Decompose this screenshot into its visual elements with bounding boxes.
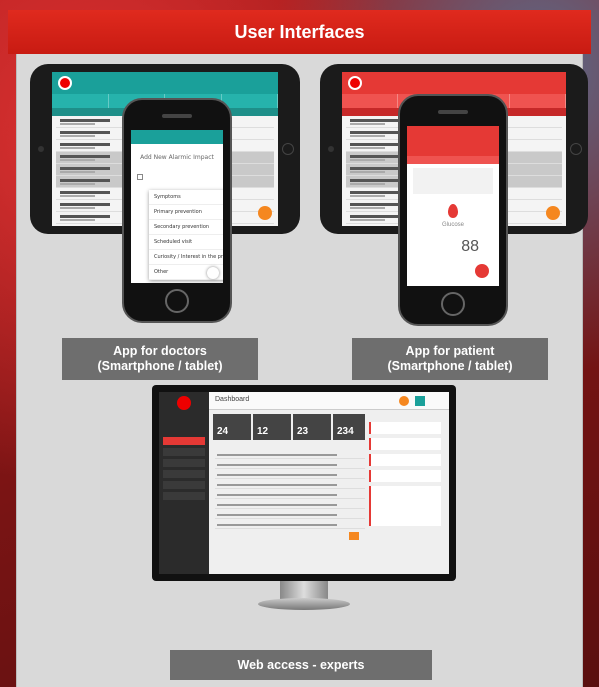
caption-patient: App for patient (Smartphone / tablet) — [352, 338, 548, 380]
dashboard-title: Dashboard — [215, 396, 250, 403]
sidebar-item[interactable] — [163, 437, 205, 445]
sidebar-item[interactable] — [163, 481, 205, 489]
add-measure-button[interactable] — [475, 264, 489, 278]
table-row[interactable] — [215, 462, 365, 469]
tablet-camera — [38, 146, 44, 152]
header-title: User Interfaces — [234, 21, 365, 42]
measure-value: 88 — [461, 238, 479, 255]
vodafone-logo-icon — [177, 396, 191, 410]
table-row[interactable] — [215, 522, 365, 529]
measure-label: Glucose — [441, 222, 464, 228]
notification-icon[interactable] — [399, 396, 409, 406]
caption-doctors: App for doctors (Smartphone / tablet) — [62, 338, 258, 380]
menu-item[interactable]: Symptoms — [149, 190, 223, 205]
phone-speaker — [162, 114, 192, 118]
vodafone-logo-icon — [58, 76, 72, 90]
phone-dialog-title: Add New Alarmic Impact — [140, 154, 214, 161]
vodafone-logo-icon — [348, 76, 362, 90]
caption-web-text: Web access - experts — [237, 657, 365, 672]
table-row[interactable] — [215, 482, 365, 489]
kpi-card: 234 — [333, 414, 365, 440]
send-button[interactable] — [349, 532, 359, 540]
tablet-home-button — [570, 143, 582, 155]
doctor-phone: Add New Alarmic Impact Symptoms Primary … — [122, 98, 232, 323]
caption-patient-line1: App for patient — [405, 344, 495, 358]
patient-card[interactable] — [369, 454, 441, 466]
phone-app-bar — [407, 126, 499, 156]
phone-home-button — [165, 289, 189, 313]
tablet-app-bar — [52, 72, 278, 94]
table-row[interactable] — [215, 502, 365, 509]
confirm-check-icon[interactable] — [207, 267, 219, 279]
web-dashboard-screen: Dashboard 24 12 23 234 — [159, 392, 449, 574]
phone-tabs[interactable] — [407, 156, 499, 164]
menu-item[interactable]: Primary prevention — [149, 205, 223, 220]
add-fab-button[interactable] — [258, 206, 272, 220]
menu-item[interactable]: Secondary prevention — [149, 220, 223, 235]
caption-web: Web access - experts — [170, 650, 432, 680]
checkbox[interactable] — [137, 174, 143, 180]
patient-phone-screen: Glucose 88 — [407, 126, 499, 286]
header-banner: User Interfaces — [8, 10, 591, 54]
kpi-card: 24 — [213, 414, 251, 440]
table-row[interactable] — [215, 472, 365, 479]
table-row[interactable] — [215, 512, 365, 519]
sidebar-item[interactable] — [163, 448, 205, 456]
table-row[interactable] — [215, 452, 365, 459]
alerts-card[interactable] — [369, 486, 441, 526]
phone-speaker — [438, 110, 468, 114]
info-text-block — [413, 168, 493, 194]
caption-patient-line2: (Smartphone / tablet) — [387, 359, 513, 373]
caption-doctors-line1: App for doctors — [113, 344, 207, 358]
caption-doctors-line2: (Smartphone / tablet) — [97, 359, 223, 373]
patient-card[interactable] — [369, 470, 441, 482]
sidebar-item[interactable] — [163, 492, 205, 500]
dashboard-topbar: Dashboard — [209, 392, 449, 410]
menu-item[interactable]: Curiosity / Interest in the program — [149, 250, 223, 265]
phone-home-button — [441, 292, 465, 316]
sidebar-item[interactable] — [163, 470, 205, 478]
doctor-phone-screen: Add New Alarmic Impact Symptoms Primary … — [131, 130, 223, 283]
tablet-home-button — [282, 143, 294, 155]
sidebar-item[interactable] — [163, 459, 205, 467]
message-icon[interactable] — [415, 396, 425, 406]
blood-drop-icon — [448, 204, 458, 218]
patient-card[interactable] — [369, 438, 441, 450]
tablet-camera — [328, 146, 334, 152]
add-fab-button[interactable] — [546, 206, 560, 220]
patient-phone: Glucose 88 — [398, 94, 508, 326]
kpi-card: 12 — [253, 414, 291, 440]
dashboard-sidebar — [159, 392, 209, 574]
table-row[interactable] — [215, 492, 365, 499]
menu-item[interactable]: Scheduled visit — [149, 235, 223, 250]
web-monitor: Dashboard 24 12 23 234 — [152, 385, 456, 581]
patient-card[interactable] — [369, 422, 441, 434]
phone-app-bar — [131, 130, 223, 144]
kpi-card: 23 — [293, 414, 331, 440]
tablet-app-bar — [342, 72, 566, 94]
monitor-stand-base — [258, 598, 350, 610]
